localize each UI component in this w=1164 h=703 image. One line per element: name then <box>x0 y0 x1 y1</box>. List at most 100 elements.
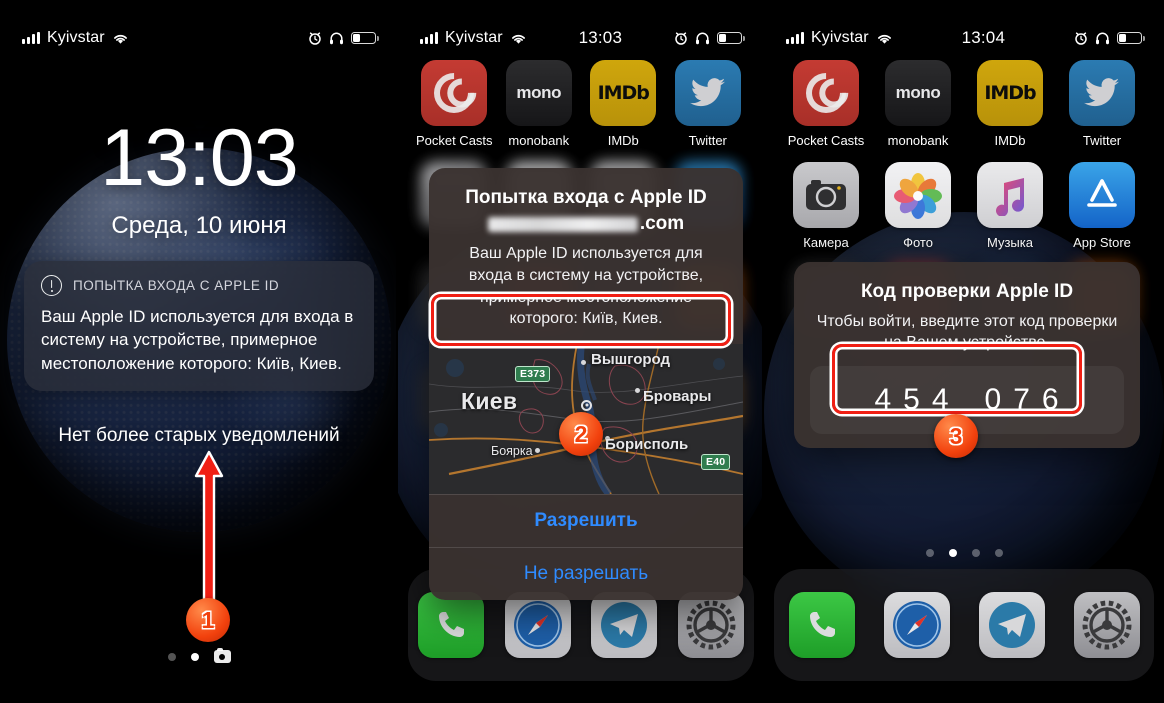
page-dot[interactable] <box>925 549 934 557</box>
status-time: 13:04 <box>961 28 1006 47</box>
page-dot-active[interactable] <box>190 652 199 661</box>
carrier-label: Kyivstar <box>445 29 503 46</box>
battery-icon <box>717 31 745 45</box>
telegram-icon[interactable] <box>591 592 658 658</box>
headphones-icon <box>696 32 709 44</box>
notification-app-title: ПОПЫТКА ВХОДА С APPLE ID <box>73 278 280 293</box>
redacted-email-blur <box>487 216 638 232</box>
imdb-icon: IMDb <box>590 60 657 126</box>
camera-icon[interactable] <box>213 647 231 663</box>
page-dot[interactable] <box>971 549 980 557</box>
panel-separator <box>762 0 764 703</box>
deny-button[interactable]: Не разрешать <box>429 548 743 600</box>
page-dot[interactable] <box>167 652 176 661</box>
lock-date: Среда, 10 июня <box>111 212 287 239</box>
app-label: App Store <box>1073 235 1131 250</box>
app-label: Pocket Casts <box>415 133 493 148</box>
app-monobank[interactable]: mono monobank <box>872 60 964 148</box>
app-label: IMDb <box>607 133 639 148</box>
notification-body: Ваш Apple ID используется для входа в си… <box>41 307 354 373</box>
status-bar-panel-2: Kyivstar 13:03 <box>398 0 764 58</box>
step-badge-2: 2 <box>559 412 603 456</box>
app-grid-row-1: Pocket Casts mono monobank IMDb IMDb Twi… <box>398 60 764 148</box>
phone-icon[interactable] <box>788 592 855 658</box>
app-grid-row-1: Pocket Casts mono monobank IMDb IMDb Twi… <box>764 60 1164 148</box>
app-label: Twitter <box>1082 133 1122 148</box>
imdb-icon: IMDb <box>977 60 1043 126</box>
monobank-icon: mono <box>885 60 951 126</box>
map-label-vyshhorod: Вышгород <box>591 350 671 368</box>
step-badge-3: 3 <box>934 414 978 458</box>
dock-panel-3 <box>774 569 1154 681</box>
step-badge-1: 1 <box>186 598 230 642</box>
app-twitter[interactable]: Twitter <box>666 60 751 148</box>
map-label-brovary: Бровары <box>643 387 712 405</box>
status-bar-panel-1: Kyivstar <box>0 0 398 58</box>
battery-icon <box>351 31 379 45</box>
carrier-label: Kyivstar <box>811 29 869 46</box>
telegram-icon[interactable] <box>978 592 1045 658</box>
alarm-clock-icon <box>675 32 687 45</box>
dialog-body: Чтобы войти, введите этот код проверки н… <box>816 312 1118 352</box>
map-label-boryspil: Борисполь <box>605 435 689 453</box>
wifi-icon <box>877 34 891 44</box>
app-pocket-casts[interactable]: Pocket Casts <box>412 60 497 148</box>
wifi-icon <box>113 34 127 44</box>
app-store-icon <box>1069 162 1135 228</box>
map-dot <box>535 447 540 453</box>
app-twitter[interactable]: Twitter <box>1056 60 1148 148</box>
signal-bars-icon <box>22 32 40 44</box>
page-dot-active[interactable] <box>948 549 957 557</box>
signal-bars-icon <box>420 32 438 44</box>
pocket-casts-icon <box>421 60 488 126</box>
dialog-title: Код проверки Apple ID <box>860 281 1074 302</box>
lock-clock: 13:03 <box>100 113 299 203</box>
alarm-clock-icon <box>309 32 321 45</box>
code-digit: 7 <box>1013 382 1031 416</box>
app-app-store[interactable]: App Store <box>1056 162 1148 250</box>
code-digit: 6 <box>1041 382 1060 416</box>
wifi-icon <box>511 34 525 44</box>
app-imdb[interactable]: IMDb IMDb <box>964 60 1056 148</box>
app-label: Twitter <box>688 133 727 148</box>
app-camera[interactable]: Камера <box>780 162 872 250</box>
code-digit: 0 <box>984 382 1003 416</box>
app-pocket-casts[interactable]: Pocket Casts <box>780 60 872 148</box>
dialog-body: Ваш Apple ID используется для входа в си… <box>468 245 704 328</box>
app-label: Pocket Casts <box>787 133 865 148</box>
map-label-boyarka: Боярка <box>491 443 533 458</box>
code-digit: 5 <box>903 382 921 416</box>
safari-icon[interactable] <box>504 592 571 658</box>
safari-icon[interactable] <box>883 592 950 658</box>
panel-code-dialog: Kyivstar 13:04 Pocket Casts mono monoban… <box>764 0 1164 703</box>
settings-gear-icon[interactable] <box>677 592 744 658</box>
annotation-arrow-up <box>194 450 224 610</box>
apple-id-signin-dialog: Попытка входа с Apple ID .com Ваш Apple … <box>429 168 743 600</box>
app-imdb[interactable]: IMDb IMDb <box>581 60 666 148</box>
app-label: monobank <box>887 133 949 148</box>
page-dot[interactable] <box>994 549 1003 557</box>
twitter-icon <box>674 60 741 126</box>
app-label: Музыка <box>987 235 1033 250</box>
headphones-icon <box>330 32 343 44</box>
app-photos[interactable]: Фото <box>872 162 964 250</box>
notification-card[interactable]: ПОПЫТКА ВХОДА С APPLE ID Ваш Apple ID ис… <box>24 261 374 392</box>
dialog-email: .com <box>449 212 723 237</box>
map-dot <box>581 359 586 365</box>
dialog-title: Попытка входа с Apple ID <box>465 187 707 208</box>
app-music[interactable]: Музыка <box>964 162 1056 250</box>
photos-icon <box>885 162 951 228</box>
app-monobank[interactable]: mono monobank <box>497 60 582 148</box>
status-bar-panel-3: Kyivstar 13:04 <box>764 0 1164 58</box>
road-shield-e373: E373 <box>515 365 551 382</box>
phone-icon[interactable] <box>418 592 485 658</box>
app-label: IMDb <box>994 133 1026 148</box>
signal-bars-icon <box>786 32 804 44</box>
home-page-indicator <box>764 549 1164 557</box>
panel-lock-screen: Kyivstar 13:03 Среда, 10 июня ПОПЫТКА ВХ… <box>0 0 398 703</box>
panel-allow-dialog: Kyivstar 13:03 Pocket Casts mono monoban… <box>398 0 764 703</box>
music-icon <box>977 162 1043 228</box>
allow-button[interactable]: Разрешить <box>429 495 743 547</box>
settings-gear-icon[interactable] <box>1073 592 1140 658</box>
app-label: Камера <box>803 235 849 250</box>
